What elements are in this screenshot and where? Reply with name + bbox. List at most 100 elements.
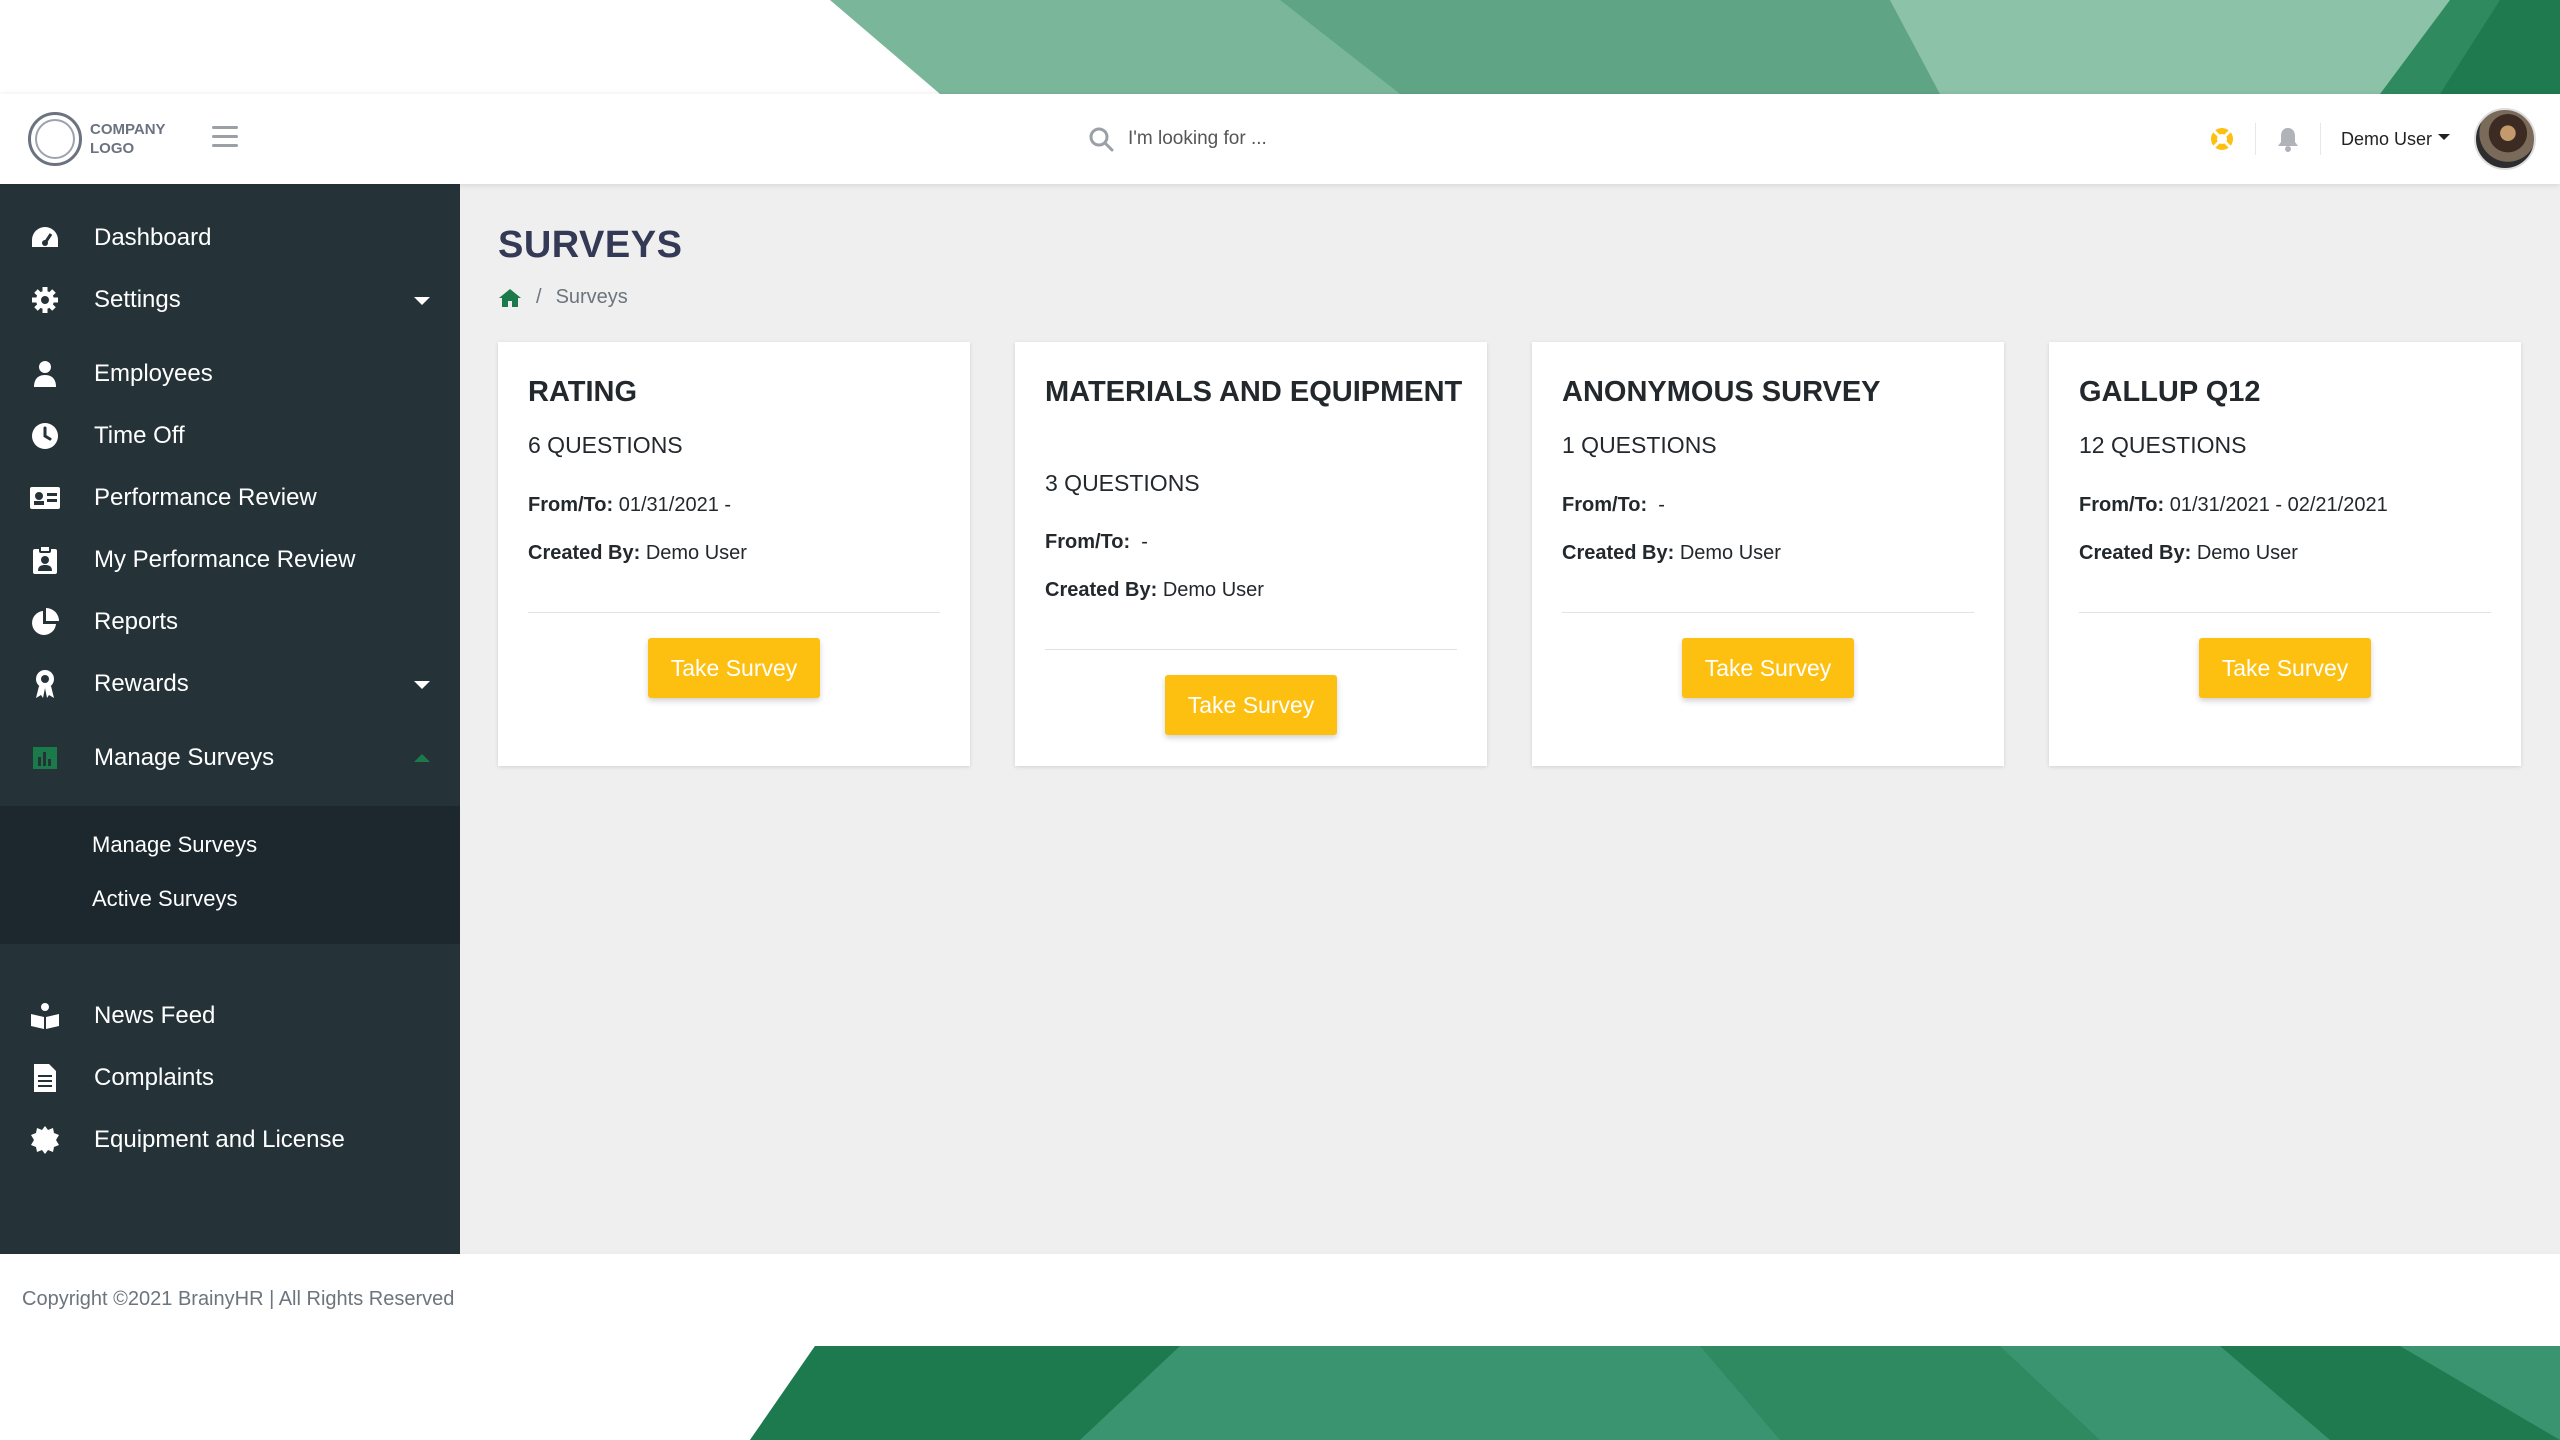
survey-question-count: 12 QUESTIONS [2079,432,2247,458]
survey-title: MATERIALS AND EQUIPMENT [1045,376,1463,408]
survey-dates: From/To: - [1045,531,1148,554]
sidebar-item-label: Employees [94,360,213,387]
survey-card: RATING 6 QUESTIONS From/To: 01/31/2021 -… [498,342,970,766]
submenu-item-manage-surveys[interactable]: Manage Surveys [92,832,257,858]
certificate-icon [28,1123,62,1157]
employee-icon [28,357,62,391]
created-by-label: Created By: [1562,542,1675,564]
sidebar-item-label: Performance Review [94,484,317,511]
card-divider [1562,612,1974,613]
company-logo[interactable]: COMPANY LOGO [28,110,188,168]
sidebar-item-employees[interactable]: Employees [0,346,460,402]
pie-chart-icon [28,605,62,639]
clock-icon [28,419,62,453]
take-survey-button[interactable]: Take Survey [1165,675,1337,735]
gear-icon [28,283,62,317]
header-divider [2319,123,2321,155]
page-title: SURVEYS [498,224,683,266]
decorative-banner-bottom [0,1346,2560,1440]
sidebar: Dashboard Settings Employees Time Off Pe… [0,184,460,1254]
sidebar-item-reports[interactable]: Reports [0,594,460,650]
sidebar-item-label: Manage Surveys [94,744,275,771]
sidebar-item-label: Rewards [94,670,189,697]
sidebar-item-label: My Performance Review [94,546,356,573]
footer: Copyright ©2021 BrainyHR | All Rights Re… [0,1254,2560,1346]
survey-question-count: 3 QUESTIONS [1045,470,1200,496]
survey-creator: Created By: Demo User [1562,542,1781,565]
survey-title: RATING [528,376,638,408]
sidebar-item-time-off[interactable]: Time Off [0,408,460,464]
user-menu-name[interactable]: Demo User [2341,129,2432,150]
survey-dates: From/To: 01/31/2021 - [528,494,731,517]
breadcrumb: / Surveys [498,286,628,309]
news-icon [28,999,62,1033]
document-icon [28,1061,62,1095]
caret-down-icon [414,681,430,689]
survey-card: GALLUP Q12 12 QUESTIONS From/To: 01/31/2… [2049,342,2521,766]
created-by-value: Demo User [1162,579,1264,601]
top-header: COMPANY LOGO Demo User [0,94,2560,184]
decorative-banner-top [0,0,2560,94]
bar-chart-icon [28,741,62,775]
sidebar-item-settings[interactable]: Settings [0,272,460,328]
search-icon [1089,127,1114,152]
sidebar-item-label: Settings [94,286,181,313]
award-icon [28,667,62,701]
manage-surveys-submenu: Manage Surveys Active Surveys [0,806,460,944]
lifebuoy-icon[interactable] [2209,126,2235,152]
main-content: SURVEYS / Surveys RATING 6 QUESTIONS Fro… [460,184,2560,1254]
sidebar-item-label: Reports [94,608,179,635]
sidebar-item-rewards[interactable]: Rewards [0,656,460,712]
sidebar-item-performance-review[interactable]: Performance Review [0,470,460,526]
caret-down-icon [414,297,430,305]
card-divider [528,612,940,613]
header-actions: Demo User [2209,108,2536,170]
from-to-value: 01/31/2021 - [618,494,732,516]
sidebar-item-label: Time Off [94,422,185,449]
created-by-label: Created By: [1045,579,1158,601]
card-divider [1045,649,1457,650]
submenu-item-active-surveys[interactable]: Active Surveys [92,886,238,912]
sidebar-item-manage-surveys[interactable]: Manage Surveys [0,730,460,786]
sidebar-item-label: Dashboard [94,224,212,251]
from-to-value: - [1141,531,1148,553]
from-to-label: From/To: [2079,494,2165,516]
sidebar-item-label: Equipment and License [94,1126,345,1153]
card-divider [2079,612,2491,613]
sidebar-item-complaints[interactable]: Complaints [0,1050,460,1106]
from-to-label: From/To: [1045,531,1131,553]
logo-text: COMPANY LOGO [90,121,166,157]
copyright-text: Copyright ©2021 BrainyHR | All Rights Re… [22,1288,455,1310]
created-by-label: Created By: [528,542,641,564]
survey-question-count: 1 QUESTIONS [1562,432,1717,458]
take-survey-button[interactable]: Take Survey [2199,638,2371,698]
created-by-label: Created By: [2079,542,2192,564]
sidebar-item-news-feed[interactable]: News Feed [0,988,460,1044]
chevron-down-icon[interactable] [2438,134,2450,140]
survey-creator: Created By: Demo User [2079,542,2298,565]
sidebar-item-my-performance-review[interactable]: My Performance Review [0,532,460,588]
survey-card: ANONYMOUS SURVEY 1 QUESTIONS From/To: - … [1532,342,2004,766]
survey-question-count: 6 QUESTIONS [528,432,683,458]
dashboard-icon [28,221,62,255]
clipboard-user-icon [28,543,62,577]
avatar[interactable] [2474,108,2536,170]
survey-title: ANONYMOUS SURVEY [1562,376,1881,408]
search-input[interactable] [1128,128,1488,150]
from-to-value: 01/31/2021 - 02/21/2021 [2169,494,2388,516]
breadcrumb-current: Surveys [555,286,628,308]
survey-card: MATERIALS AND EQUIPMENT 3 QUESTIONS From… [1015,342,1487,766]
hamburger-menu-icon[interactable] [212,126,238,150]
survey-dates: From/To: - [1562,494,1665,517]
take-survey-button[interactable]: Take Survey [1682,638,1854,698]
created-by-value: Demo User [645,542,747,564]
sidebar-item-dashboard[interactable]: Dashboard [0,210,460,266]
take-survey-button[interactable]: Take Survey [648,638,820,698]
bell-icon[interactable] [2276,126,2300,152]
logo-ring-icon [28,112,82,166]
sidebar-item-equipment-and-license[interactable]: Equipment and License [0,1112,460,1168]
id-card-icon [28,481,62,515]
search-bar [1088,118,1508,160]
home-icon[interactable] [498,288,522,308]
created-by-value: Demo User [1679,542,1781,564]
